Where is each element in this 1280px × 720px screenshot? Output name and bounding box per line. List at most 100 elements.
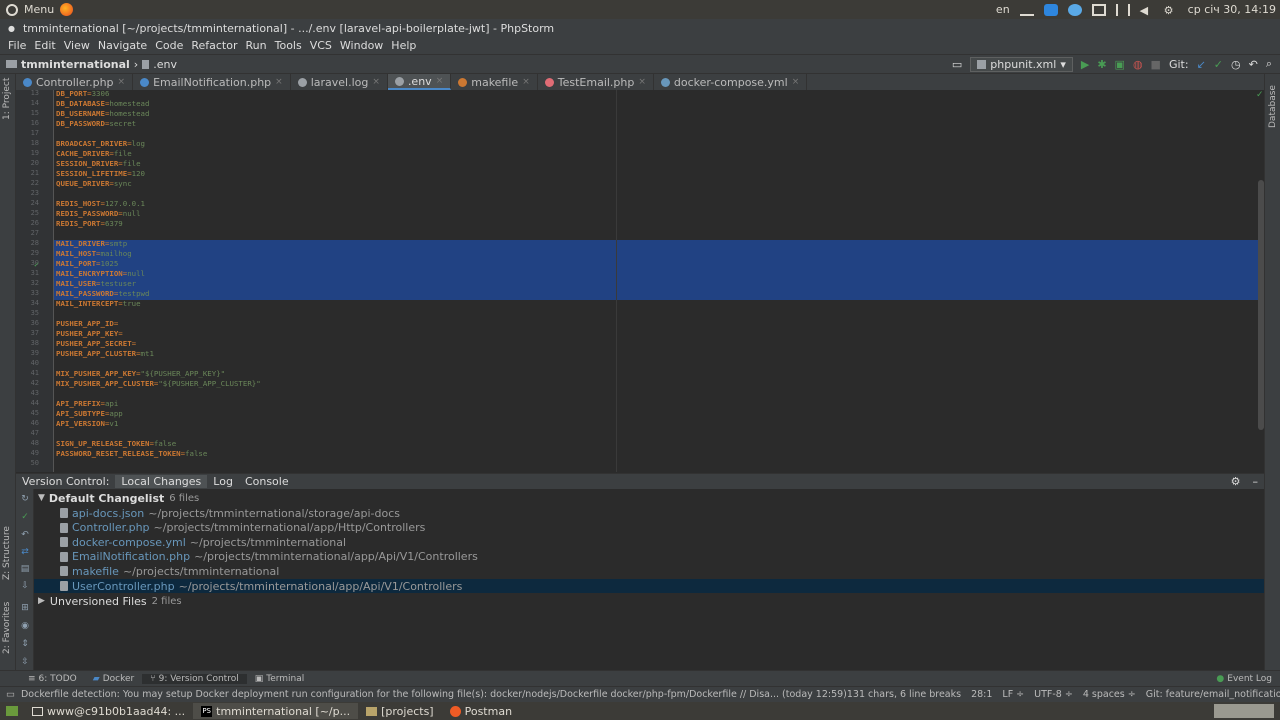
gear-icon[interactable]: ⚙ [1225,475,1247,488]
changed-file-row[interactable]: api-docs.json ~/projects/tmminternational… [34,506,1264,520]
event-log-tab[interactable]: ● Event Log [1208,674,1280,684]
changelist-row[interactable]: ▼ Default Changelist 6 files [34,491,1264,505]
favorites-tool-label[interactable]: 2: Favorites [2,602,12,654]
database-tool-label[interactable]: Database [1268,85,1278,128]
menu-vcs[interactable]: VCS [306,39,336,52]
os-menu-button[interactable]: Menu [0,3,74,16]
menu-view[interactable]: View [60,39,94,52]
taskbar-files[interactable]: [projects] [358,703,442,719]
chevron-down-icon[interactable]: ▼ [34,493,49,503]
profile-icon[interactable]: ◍ [1133,58,1143,71]
minimize-icon[interactable]: – [1247,475,1265,488]
git-commit-icon[interactable]: ✓ [1214,58,1223,71]
menu-file[interactable]: File [4,39,30,52]
changed-file-row[interactable]: makefile ~/projects/tmminternational [34,564,1264,578]
line-separator[interactable]: LF ÷ [1002,689,1024,700]
firefox-icon[interactable] [60,3,74,16]
editor-tab[interactable]: EmailNotification.php × [133,74,291,90]
caret-position[interactable]: 28:1 [971,689,992,700]
close-dot-icon[interactable]: ● [8,24,15,33]
close-icon[interactable]: × [275,77,283,87]
grid-icon[interactable] [1091,3,1106,16]
breadcrumb-file[interactable]: .env [153,58,177,71]
todo-tab[interactable]: ≡ 6: TODO [20,674,85,684]
commit-icon[interactable]: ✓ [20,512,30,522]
diff-icon[interactable]: ⇄ [20,547,30,557]
changed-file-row[interactable]: docker-compose.yml ~/projects/tmminternat… [34,535,1264,549]
menu-help[interactable]: Help [387,39,420,52]
run-config-select[interactable]: phpunit.xml ▾ [970,56,1073,72]
taskbar-postman[interactable]: Postman [442,703,520,719]
vc-tab-log[interactable]: Log [207,475,239,488]
changed-file-row[interactable]: UserController.php ~/projects/tmminternat… [34,579,1264,593]
shelve-icon[interactable]: ▤ [20,564,30,574]
clock[interactable]: ср січ 30, 14:19 [1188,3,1276,16]
editor-tab[interactable]: .env × [387,74,452,90]
menu-refactor[interactable]: Refactor [187,39,241,52]
unversioned-row[interactable]: ▶ Unversioned Files 2 files [34,594,1264,608]
menu-run[interactable]: Run [242,39,271,52]
close-icon[interactable]: × [372,77,380,87]
changed-file-row[interactable]: EmailNotification.php ~/projects/tmminter… [34,550,1264,564]
volume-icon[interactable]: ◀ [1140,4,1154,17]
editor-tab[interactable]: docker-compose.yml × [654,74,808,90]
terminal-tab[interactable]: ▣ Terminal [247,674,313,684]
close-icon[interactable]: × [792,77,800,87]
coverage-icon[interactable]: ▣ [1115,58,1125,71]
indent-setting[interactable]: 4 spaces ÷ [1083,689,1136,700]
menu-code[interactable]: Code [151,39,187,52]
inspection-ok-icon[interactable]: ✓ [1256,90,1264,100]
menu-window[interactable]: Window [336,39,387,52]
settings-icon[interactable]: ⚙ [1164,4,1178,17]
taskbar-phpstorm[interactable]: PS tmminternational [~/p... [193,703,359,719]
git-branch[interactable]: Git: feature/email_notification ÷ [1146,689,1280,700]
collapse-icon[interactable]: ⇳ [20,657,30,667]
vc-tab-local-changes[interactable]: Local Changes [115,475,208,488]
vcs-change-marker-icon[interactable]: ✓ [34,260,39,269]
editor-scrollbar[interactable] [1258,180,1264,430]
editor-tab[interactable]: laravel.log × [291,74,388,90]
preview-icon[interactable]: ◉ [20,621,30,631]
docker-tab[interactable]: ▰ Docker [85,674,142,684]
expand-icon[interactable]: ⇕ [20,639,30,649]
file-encoding[interactable]: UTF-8 ÷ [1034,689,1073,700]
close-icon[interactable]: × [522,77,530,87]
close-icon[interactable]: × [436,76,444,86]
transfer-icon[interactable] [1115,3,1130,16]
search-icon[interactable]: ⌕ [1266,57,1272,71]
chevron-right-icon[interactable]: ▶ [34,596,50,606]
workspace-switcher-icon[interactable] [1214,704,1274,718]
menu-tools[interactable]: Tools [271,39,306,52]
debug-icon[interactable]: ✱ [1097,58,1106,71]
menu-navigate[interactable]: Navigate [94,39,151,52]
keyboard-layout[interactable]: en [996,3,1010,16]
version-control-tab[interactable]: ⑂ 9: Version Control [142,673,247,684]
group-icon[interactable]: ⊞ [20,603,30,613]
taskbar-terminal[interactable]: www@c91b0b1aad44: ... [24,703,193,719]
status-message[interactable]: Dockerfile detection: You may setup Dock… [15,689,847,700]
status-toggle-icon[interactable]: ▭ [0,689,15,700]
stop-icon[interactable]: ■ [1151,58,1161,71]
close-icon[interactable]: × [118,77,126,87]
structure-tool-label[interactable]: Z: Structure [2,526,12,580]
skype-icon[interactable] [1043,3,1058,16]
run-icon[interactable]: ▶ [1081,58,1089,71]
refresh-icon[interactable]: ↻ [20,494,30,504]
editor-tab[interactable]: TestEmail.php × [538,74,654,90]
rollback-icon[interactable]: ↶ [20,530,30,540]
unshelve-icon[interactable]: ⇩ [20,581,30,591]
editor-tab[interactable]: Controller.php × [16,74,134,90]
breadcrumb-project[interactable]: tmminternational [21,58,130,71]
changed-file-row[interactable]: Controller.php ~/projects/tmminternationa… [34,521,1264,535]
editor-tab[interactable]: makefile × [451,74,538,90]
project-tool-label[interactable]: 1: Project [2,78,12,120]
code-editor[interactable]: DB_PORT=3306 DB_DATABASE=homestead DB_USER… [54,90,1264,472]
vc-tab-console[interactable]: Console [239,475,295,488]
network-icon[interactable] [1019,4,1034,16]
cloud-icon[interactable] [1067,3,1082,16]
show-desktop-icon[interactable] [6,706,18,716]
layout-icon[interactable]: ▭ [952,58,962,71]
git-history-icon[interactable]: ◷ [1231,58,1241,71]
close-icon[interactable]: × [638,77,646,87]
git-update-icon[interactable]: ↙ [1197,58,1206,71]
